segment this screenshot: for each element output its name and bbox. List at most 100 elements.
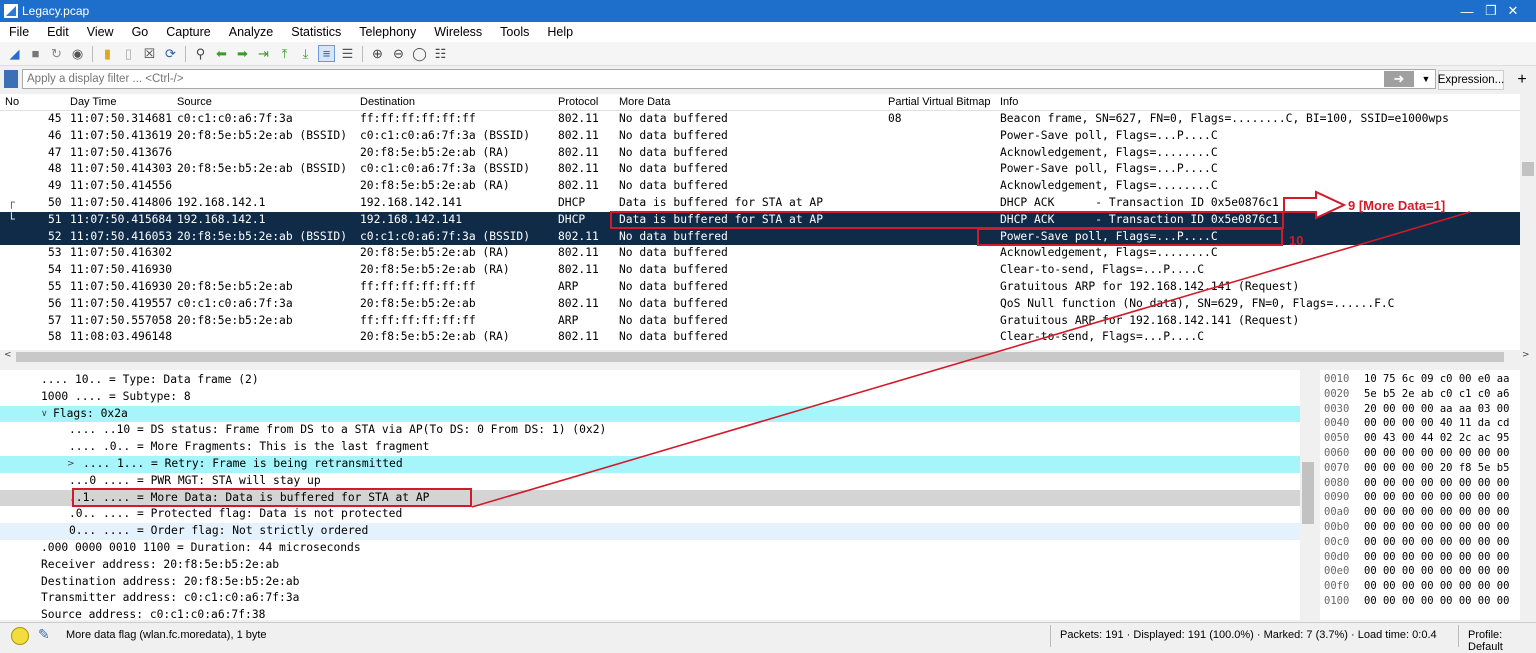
first-packet-icon[interactable]: ⤒ [276, 45, 293, 62]
save-file-icon[interactable]: ▯ [120, 45, 137, 62]
hex-row[interactable]: 0010 10 75 6c 09 c0 00 e0 aa [1320, 372, 1520, 387]
chevron-left-icon[interactable]: < [4, 350, 12, 360]
table-row[interactable]: 45 11:07:50.314681 c0:c1:c0:a6:7f:3a ff:ff:… [0, 111, 1520, 128]
details-scrollbar[interactable] [1300, 370, 1316, 620]
bookmark-icon[interactable] [4, 70, 18, 88]
table-row[interactable]: 49 11:07:50.414556 20:f8:5e:b5:2e:ab (RA) 8… [0, 178, 1520, 195]
zoom-reset-icon[interactable]: ◯ [411, 45, 428, 62]
go-to-packet-icon[interactable]: ⇥ [255, 45, 272, 62]
menu-wireless[interactable]: Wireless [425, 25, 491, 39]
table-row[interactable]: 47 11:07:50.413676 20:f8:5e:b5:2e:ab (RA) 8… [0, 145, 1520, 162]
bytes-scrollbar[interactable] [1520, 370, 1536, 620]
tree-item[interactable]: Receiver address: 20:f8:5e:b5:2e:ab [0, 557, 1300, 574]
capture-comment-icon[interactable]: ✎ [38, 626, 50, 643]
status-profile[interactable]: Profile: Default [1468, 629, 1536, 653]
tree-item[interactable]: .... 10.. = Type: Data frame (2) [0, 372, 1300, 389]
column-header-day-time[interactable]: Day Time [70, 96, 116, 108]
tree-item[interactable]: 0... .... = Order flag: Not strictly ord… [0, 523, 1300, 540]
tree-item[interactable]: .... .0.. = More Fragments: This is the … [0, 439, 1300, 456]
menu-tools[interactable]: Tools [491, 25, 538, 39]
capture-options-icon[interactable]: ◉ [69, 45, 86, 62]
tree-item[interactable]: Transmitter address: c0:c1:c0:a6:7f:3a [0, 590, 1300, 607]
zoom-in-icon[interactable]: ⊕ [369, 45, 386, 62]
table-row[interactable]: 58 11:08:03.496148 20:f8:5e:b5:2e:ab (RA) 8… [0, 329, 1520, 346]
hex-row[interactable]: 0040 00 00 00 00 40 11 da cd [1320, 416, 1520, 431]
column-header-source[interactable]: Source [177, 96, 212, 108]
hex-row[interactable]: 0050 00 43 00 44 02 2c ac 95 [1320, 431, 1520, 446]
close-file-icon[interactable]: ☒ [141, 45, 158, 62]
reload-icon[interactable]: ⟳ [162, 45, 179, 62]
tree-item[interactable]: Source address: c0:c1:c0:a6:7f:38 [0, 607, 1300, 620]
zoom-out-icon[interactable]: ⊖ [390, 45, 407, 62]
go-back-icon[interactable]: ⬅ [213, 45, 230, 62]
menu-statistics[interactable]: Statistics [282, 25, 350, 39]
column-header-destination[interactable]: Destination [360, 96, 415, 108]
table-row[interactable]: 46 11:07:50.413619 20:f8:5e:b5:2e:ab (BSSI… [0, 128, 1520, 145]
start-capture-icon[interactable]: ◢ [6, 45, 23, 62]
column-header-protocol[interactable]: Protocol [558, 96, 598, 108]
hex-row[interactable]: 0090 00 00 00 00 00 00 00 00 [1320, 490, 1520, 505]
hex-row[interactable]: 0080 00 00 00 00 00 00 00 00 [1320, 476, 1520, 491]
display-filter-input[interactable] [22, 69, 1436, 89]
hex-row[interactable]: 0020 5e b5 2e ab c0 c1 c0 a6 [1320, 387, 1520, 402]
tree-item[interactable]: ..1. .... = More Data: Data is buffered … [0, 489, 1300, 507]
apply-filter-arrow-icon[interactable]: ➜ [1384, 71, 1414, 87]
hex-row[interactable]: 00a0 00 00 00 00 00 00 00 00 [1320, 505, 1520, 520]
table-row[interactable]: 51 11:07:50.415684 192.168.142.1 192.168.14… [0, 211, 1520, 229]
menu-telephony[interactable]: Telephony [350, 25, 425, 39]
menu-capture[interactable]: Capture [157, 25, 219, 39]
chevron-down-icon[interactable]: ▼ [1420, 71, 1432, 87]
expert-info-indicator[interactable] [11, 627, 29, 645]
scrollbar-thumb[interactable] [1522, 162, 1534, 176]
stop-capture-icon[interactable]: ■ [27, 45, 44, 62]
menu-help[interactable]: Help [538, 25, 582, 39]
hex-row[interactable]: 0100 00 00 00 00 00 00 00 00 [1320, 594, 1520, 609]
tree-item[interactable]: .000 0000 0010 1100 = Duration: 44 micro… [0, 540, 1300, 557]
tree-item[interactable]: 1000 .... = Subtype: 8 [0, 389, 1300, 406]
last-packet-icon[interactable]: ⤓ [297, 45, 314, 62]
menu-file[interactable]: File [0, 25, 38, 39]
table-row[interactable]: 54 11:07:50.416930 20:f8:5e:b5:2e:ab (RA) 8… [0, 262, 1520, 279]
table-row[interactable]: 56 11:07:50.419557 c0:c1:c0:a6:7f:3a 20:f8:… [0, 296, 1520, 313]
scrollbar-thumb[interactable] [16, 352, 1504, 362]
autoscroll-icon[interactable]: ≡ [318, 45, 335, 62]
hex-row[interactable]: 0060 00 00 00 00 00 00 00 00 [1320, 446, 1520, 461]
hex-row[interactable]: 00c0 00 00 00 00 00 00 00 00 [1320, 535, 1520, 550]
tree-item[interactable]: .0.. .... = Protected flag: Data is not … [0, 506, 1300, 523]
chevron-right-icon[interactable]: > [1522, 350, 1530, 360]
column-header-more-data[interactable]: More Data [619, 96, 670, 108]
tree-item[interactable]: ∨ Flags: 0x2a [0, 405, 1300, 423]
add-filter-button[interactable]: + [1512, 70, 1532, 90]
resize-columns-icon[interactable]: ☷ [432, 45, 449, 62]
menu-go[interactable]: Go [123, 25, 158, 39]
table-row[interactable]: 57 11:07:50.557058 20:f8:5e:b5:2e:ab ff:ff:… [0, 313, 1520, 330]
menu-analyze[interactable]: Analyze [220, 25, 282, 39]
close-icon[interactable]: ✕ [1490, 0, 1536, 22]
colorize-icon[interactable]: ☰ [339, 45, 356, 62]
go-forward-icon[interactable]: ➡ [234, 45, 251, 62]
hex-row[interactable]: 00f0 00 00 00 00 00 00 00 00 [1320, 579, 1520, 594]
tree-item[interactable]: .... ..10 = DS status: Frame from DS to … [0, 422, 1300, 439]
hex-row[interactable]: 00d0 00 00 00 00 00 00 00 00 [1320, 550, 1520, 565]
table-row[interactable]: 50 11:07:50.414806 192.168.142.1 192.168.14… [0, 195, 1520, 212]
hex-row[interactable]: 0070 00 00 00 00 20 f8 5e b5 [1320, 461, 1520, 476]
menu-edit[interactable]: Edit [38, 25, 78, 39]
tree-item[interactable]: ...0 .... = PWR MGT: STA will stay up [0, 473, 1300, 490]
table-row[interactable]: 55 11:07:50.416930 20:f8:5e:b5:2e:ab ff:ff:… [0, 279, 1520, 296]
tree-item[interactable]: > .... 1... = Retry: Frame is being retra… [0, 456, 1300, 473]
packet-list-scrollbar[interactable] [1520, 94, 1536, 350]
column-header-partial-virtual-bitmap[interactable]: Partial Virtual Bitmap [888, 96, 991, 108]
table-row[interactable]: 48 11:07:50.414303 20:f8:5e:b5:2e:ab (BSSI… [0, 161, 1520, 178]
scrollbar-thumb[interactable] [1302, 462, 1314, 524]
table-row[interactable]: 53 11:07:50.416302 20:f8:5e:b5:2e:ab (RA) 8… [0, 245, 1520, 262]
open-file-icon[interactable]: ▮ [99, 45, 116, 62]
column-header-info[interactable]: Info [1000, 96, 1018, 108]
restart-capture-icon[interactable]: ↻ [48, 45, 65, 62]
column-header-no[interactable]: No [5, 96, 19, 108]
find-packet-icon[interactable]: ⚲ [192, 45, 209, 62]
hex-row[interactable]: 0030 20 00 00 00 aa aa 03 00 [1320, 402, 1520, 417]
table-row[interactable]: 52 11:07:50.416053 20:f8:5e:b5:2e:ab (BSSI… [0, 228, 1520, 246]
chevron-right-icon[interactable]: > [67, 456, 75, 473]
menu-view[interactable]: View [78, 25, 123, 39]
chevron-down-icon[interactable]: ∨ [41, 406, 48, 423]
